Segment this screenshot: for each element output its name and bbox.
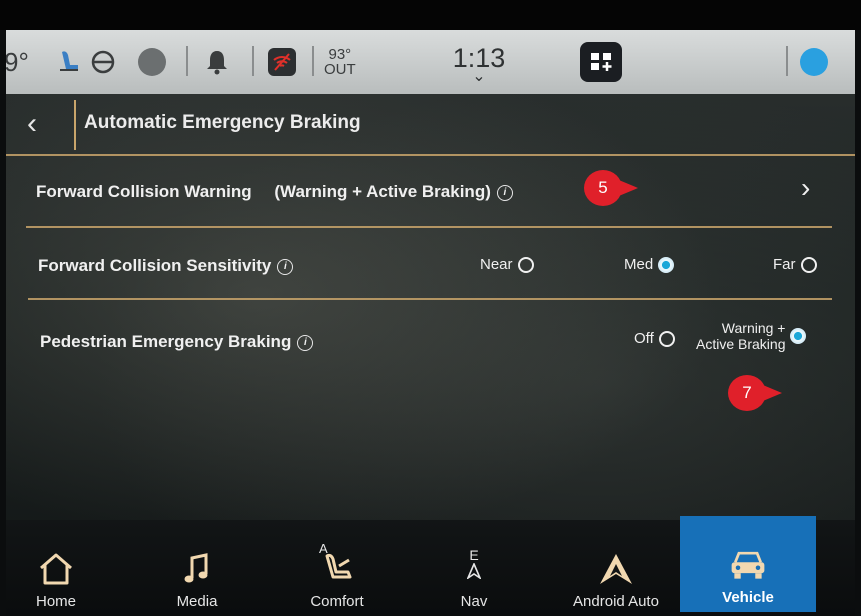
info-icon[interactable]: i: [277, 258, 294, 275]
nav-label: Home: [35, 593, 76, 610]
info-icon[interactable]: i: [496, 184, 513, 201]
page-header: ‹ Automatic Emergency Braking: [6, 94, 855, 154]
nav-comfort[interactable]: A Comfort: [294, 520, 380, 616]
status-divider: [252, 46, 254, 76]
radio-button[interactable]: [658, 330, 675, 347]
option-label: Warning + Active Braking: [696, 320, 786, 352]
pedestrian-option-warning-active[interactable]: Warning + Active Braking: [696, 320, 807, 352]
nav-label: Android Auto: [573, 593, 659, 610]
notification-bell-icon[interactable]: [204, 30, 230, 94]
nav-label: Comfort: [310, 593, 364, 610]
wifi-off-icon[interactable]: [268, 30, 296, 94]
status-bar: 9° 93° OUT 1:13 ⌄: [6, 30, 855, 94]
chevron-down-icon: ⌄: [472, 67, 486, 85]
steering-heat-icon[interactable]: [90, 30, 116, 94]
forward-collision-sensitivity-row: Forward Collision Sensitivity i Near Med …: [6, 228, 855, 298]
home-icon: [36, 551, 76, 587]
annotation-marker: 5: [584, 170, 640, 206]
nav-label: Media: [176, 593, 218, 610]
nav-media[interactable]: Media: [154, 520, 240, 616]
sensitivity-label-text: Forward Collision Sensitivity: [38, 256, 272, 275]
header-divider: [74, 100, 76, 150]
bottom-nav: Home Media A Comfort E Nav Android Auto …: [6, 516, 855, 616]
vehicle-icon: [728, 547, 768, 583]
page-title: Automatic Emergency Braking: [84, 112, 361, 133]
annotation-marker: 7: [728, 375, 784, 411]
nav-nav[interactable]: E Nav: [442, 520, 506, 616]
fcw-label: Forward Collision Warning (Warning + Act…: [36, 182, 513, 202]
chevron-right-icon[interactable]: ›: [801, 172, 810, 204]
option-label: Far: [773, 256, 796, 273]
back-button[interactable]: ‹: [12, 104, 52, 144]
option-label: Near: [480, 256, 513, 273]
sensitivity-option-near[interactable]: Near: [480, 256, 534, 273]
apps-grid-button[interactable]: [580, 42, 622, 82]
infotainment-screen: 9° 93° OUT 1:13 ⌄ ‹ Automatic Emergency …: [6, 30, 855, 616]
radio-button[interactable]: [800, 256, 817, 273]
nav-label: Vehicle: [722, 589, 774, 606]
media-album-icon[interactable]: [138, 30, 166, 94]
sensitivity-option-far[interactable]: Far: [773, 256, 817, 273]
option-label: Off: [634, 330, 654, 347]
status-divider: [186, 46, 188, 76]
header-rule: [6, 154, 855, 156]
fcw-value: (Warning + Active Braking): [274, 182, 491, 201]
bezel: [0, 0, 861, 30]
pedestrian-option-off[interactable]: Off: [634, 330, 675, 347]
outside-temp: 93° OUT: [324, 30, 356, 94]
status-divider: [786, 46, 788, 76]
seat-icon: A: [317, 541, 357, 587]
compass-icon: E: [454, 539, 494, 587]
fcw-label-text: Forward Collision Warning: [36, 182, 252, 201]
radio-button-selected[interactable]: [790, 328, 807, 344]
outside-temp-label: OUT: [324, 61, 356, 78]
pedestrian-label: Pedestrian Emergency Braking i: [40, 332, 314, 352]
pedestrian-label-text: Pedestrian Emergency Braking: [40, 332, 292, 351]
nav-home[interactable]: Home: [16, 520, 96, 616]
nav-android-auto[interactable]: Android Auto: [558, 520, 674, 616]
outside-temp-value: 93°: [328, 46, 352, 63]
sensitivity-label: Forward Collision Sensitivity i: [38, 256, 294, 276]
android-auto-icon: [596, 551, 636, 587]
voice-assistant-icon[interactable]: [800, 48, 828, 76]
sensitivity-option-med[interactable]: Med: [624, 256, 675, 273]
info-icon[interactable]: i: [297, 334, 314, 351]
option-label: Med: [624, 256, 654, 273]
radio-button[interactable]: [517, 256, 534, 273]
interior-temp: 9°: [6, 46, 29, 77]
heated-seat-icon[interactable]: [56, 30, 82, 94]
clock[interactable]: 1:13 ⌄: [444, 30, 514, 94]
nav-label: Nav: [460, 593, 488, 610]
radio-button-selected[interactable]: [658, 256, 675, 273]
music-note-icon: [177, 551, 217, 587]
status-divider: [312, 46, 314, 76]
nav-vehicle[interactable]: Vehicle: [680, 516, 816, 612]
forward-collision-warning-row[interactable]: Forward Collision Warning (Warning + Act…: [6, 158, 855, 226]
pedestrian-emergency-braking-row: Pedestrian Emergency Braking i Off Warnin…: [6, 300, 855, 380]
